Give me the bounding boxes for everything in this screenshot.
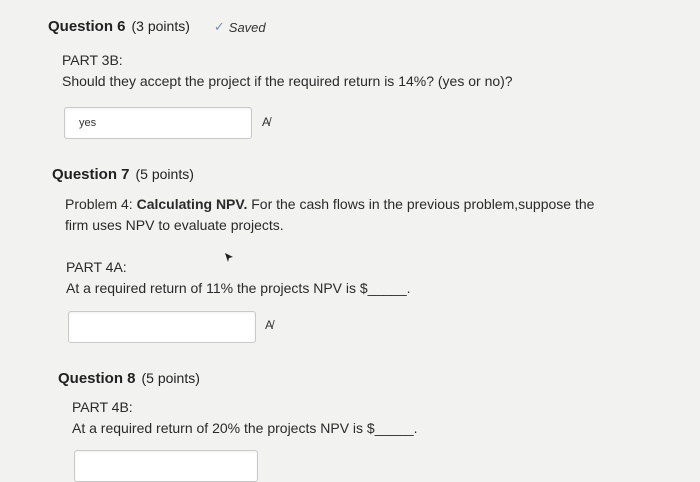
question-title: Question 8 — [58, 370, 136, 387]
question-8-header: Question 8 (5 points) — [58, 370, 200, 387]
question-prompt: Should they accept the project if the re… — [62, 73, 513, 89]
problem-text-line-2: firm uses NPV to evaluate projects. — [65, 217, 284, 233]
answer-input[interactable] — [68, 311, 256, 343]
saved-status: ✓ Saved — [214, 19, 266, 35]
checkmark-icon: ✓ — [213, 19, 225, 34]
part-label: PART 4B: — [72, 399, 133, 415]
part-label: PART 4A: — [66, 259, 127, 275]
mouse-cursor-icon — [225, 253, 233, 262]
question-points: (5 points) — [135, 166, 194, 182]
question-points: (5 points) — [141, 370, 200, 386]
problem-description: Problem 4: Calculating NPV. For the cash… — [65, 194, 665, 236]
saved-label: Saved — [228, 19, 266, 35]
problem-text-line-1: For the cash flows in the previous probl… — [247, 196, 595, 212]
answer-value: yes — [79, 117, 97, 129]
problem-prefix: Problem 4: — [65, 196, 137, 212]
answer-input[interactable] — [74, 450, 258, 482]
question-prompt: At a required return of 20% the projects… — [72, 420, 418, 436]
question-prompt: At a required return of 11% the projects… — [66, 280, 411, 296]
question-title: Question 7 — [52, 166, 130, 183]
answer-input[interactable]: yes — [64, 107, 252, 139]
part-label: PART 3B: — [62, 52, 123, 68]
question-points: (3 points) — [131, 18, 190, 34]
question-6-header: Question 6 (3 points) ✓ Saved — [48, 18, 266, 35]
spellcheck-icon[interactable]: A̸ — [262, 115, 270, 129]
spellcheck-icon[interactable]: A̸ — [265, 318, 273, 332]
problem-title: Calculating NPV. — [136, 196, 248, 212]
question-7-header: Question 7 (5 points) — [52, 166, 194, 183]
question-title: Question 6 — [48, 18, 126, 35]
